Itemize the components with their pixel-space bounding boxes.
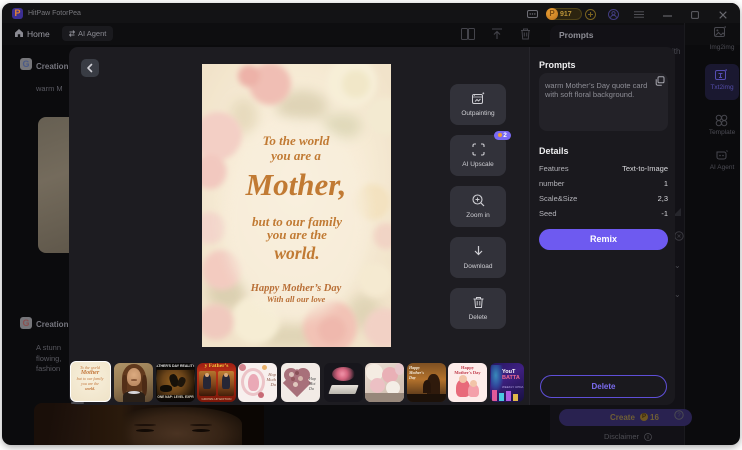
svg-text:you are the: you are the [265, 227, 327, 242]
svg-text:To the world: To the world [263, 133, 330, 148]
svg-text:world.: world. [274, 243, 319, 263]
svg-text:With all our love: With all our love [267, 294, 326, 304]
svg-text:you are a: you are a [269, 148, 321, 163]
svg-text:Happy Mother’s Day: Happy Mother’s Day [250, 283, 342, 294]
svg-text:Mother,: Mother, [245, 167, 347, 202]
